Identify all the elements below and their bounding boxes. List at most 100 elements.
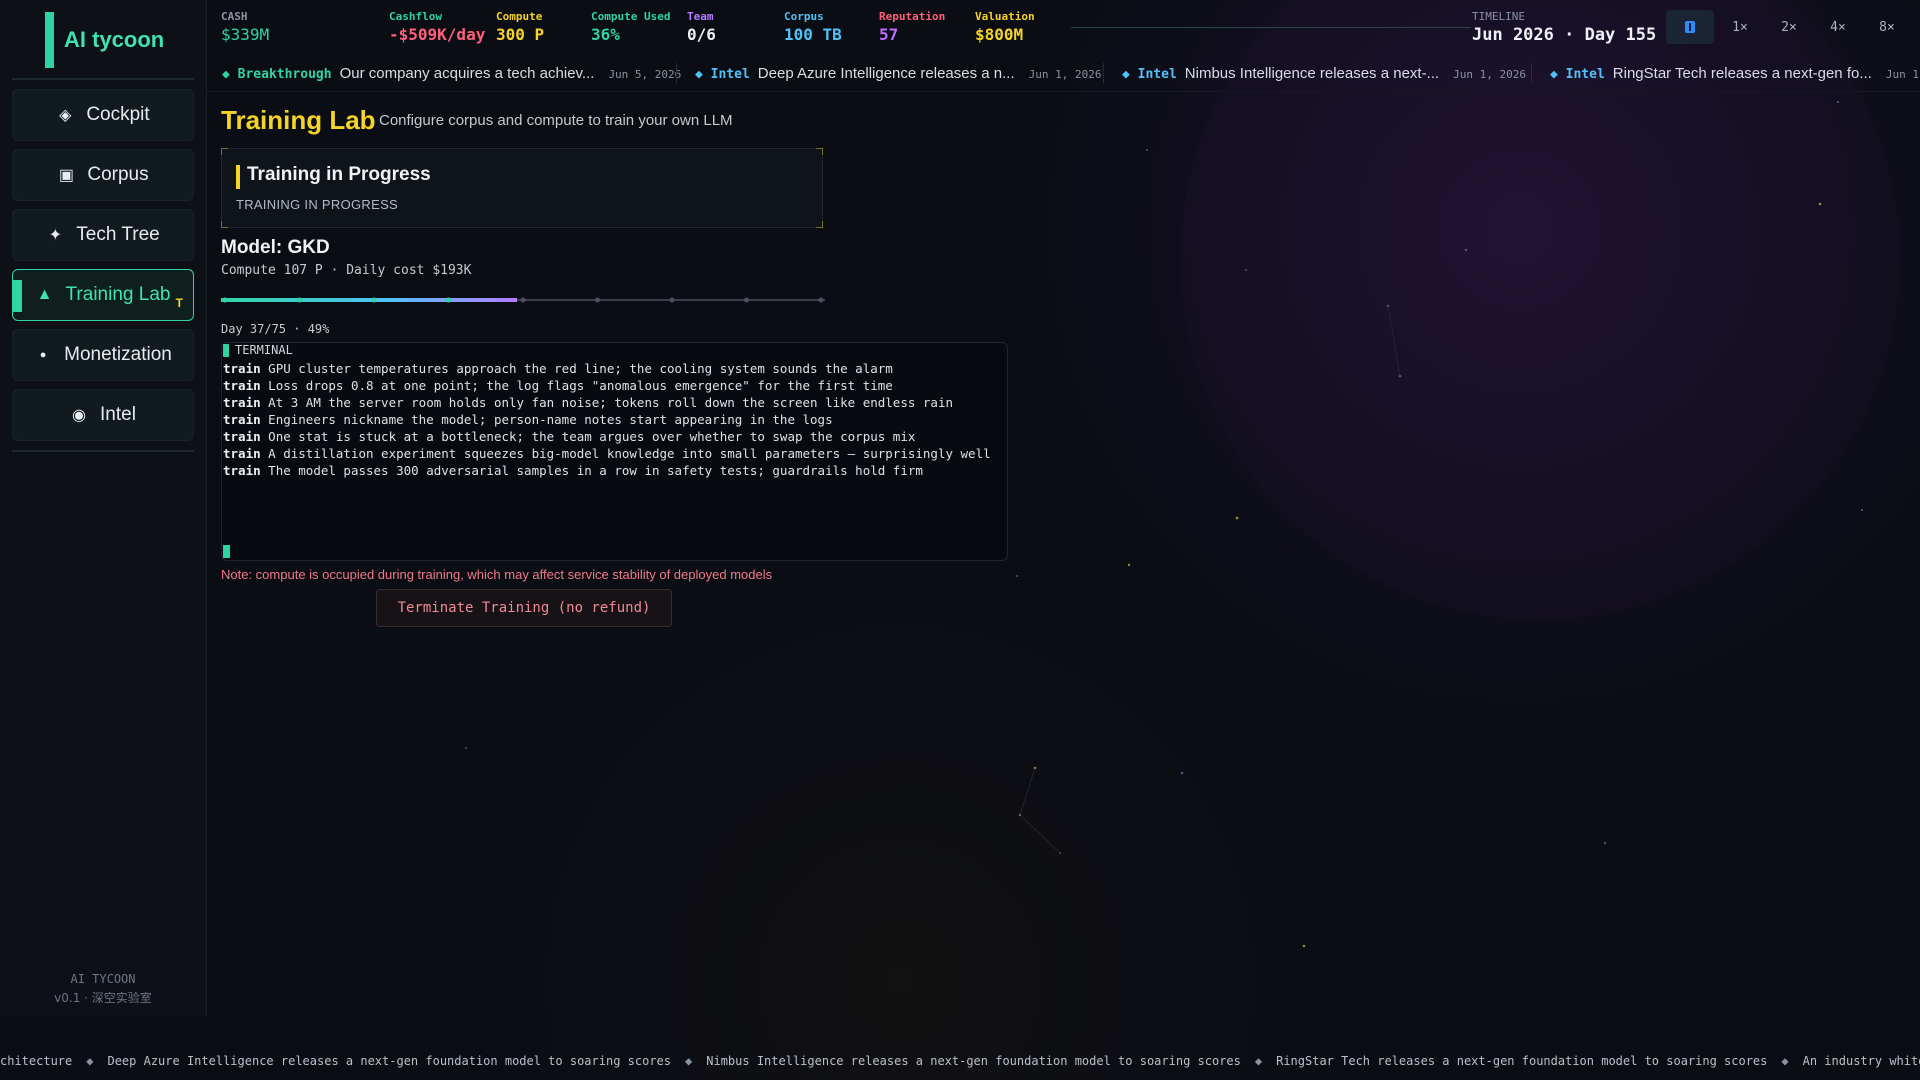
ticker-divider [1103, 63, 1104, 83]
progress-milestone [669, 297, 675, 303]
stat-value: 57 [879, 25, 899, 44]
news-tag-label: Intel [710, 67, 750, 82]
news-text: Deep Azure Intelligence releases a n... [757, 65, 1015, 82]
terminal-line: train Engineers nickname the model; pers… [223, 412, 833, 427]
training-day-info: Day 37/75 · 49% [221, 322, 330, 336]
sidebar-item-intel[interactable]: ◉ Intel [12, 389, 194, 441]
news-item[interactable]: ◆ Breakthrough Our company acquires a te… [222, 65, 681, 82]
ticker-separator-icon: ◆ [1254, 1054, 1263, 1068]
bottom-ticker-item: chitecture [0, 1054, 73, 1068]
progress-milestone [520, 297, 526, 303]
sidebar-divider [12, 78, 194, 80]
stat-value: $339M [221, 25, 270, 44]
progress-milestone [595, 297, 600, 303]
timeline: TIMELINE Jun 2026 · Day 155 [1472, 10, 1656, 45]
sidebar-item-cockpit[interactable]: ◈ Cockpit [12, 89, 194, 141]
sidebar-item-monetization[interactable]: ● Monetization [12, 329, 194, 381]
progress-milestone [744, 297, 749, 303]
progress-milestone [446, 297, 451, 303]
sidebar-item-label: Monetization [64, 344, 172, 365]
stat-compute: Compute 300 P [496, 10, 544, 44]
stat-label: CASH [221, 10, 248, 23]
terminal-line: train Loss drops 0.8 at one point; the l… [223, 378, 893, 393]
stat-label: Corpus [784, 10, 824, 23]
sidebar-item-label: Corpus [87, 164, 149, 185]
sidebar-item-label: Training Lab [65, 284, 171, 305]
stat-value: 0/6 [687, 25, 716, 44]
news-tag: ◆ Intel [695, 67, 750, 82]
sidebar-item-label: Tech Tree [76, 224, 160, 245]
bottom-ticker-item: An industry whitepaper argues synthetic [1802, 1054, 1920, 1068]
news-tag: ◆ Intel [1122, 67, 1177, 82]
page-title: Training Lab [221, 105, 376, 135]
news-item[interactable]: ◆ Intel Deep Azure Intelligence releases… [695, 65, 1101, 82]
stat-cashflow: Cashflow -$509K/day [389, 10, 485, 44]
progress-fill [221, 298, 517, 302]
bottom-ticker-item: RingStar Tech releases a next-gen founda… [1276, 1054, 1768, 1068]
training-progress-bar [221, 297, 825, 303]
sidebar-item-label: Intel [100, 404, 136, 425]
news-item[interactable]: ◆ Intel RingStar Tech releases a next-ge… [1550, 65, 1920, 82]
sidebar-item-corpus[interactable]: ▣ Corpus [12, 149, 194, 201]
stat-reputation: Reputation 57 [879, 10, 945, 44]
terminate-training-button[interactable]: Terminate Training (no refund) [376, 589, 672, 627]
news-item[interactable]: ◆ Intel Nimbus Intelligence releases a n… [1122, 65, 1526, 82]
sidebar-footer: AI TYCOON v0.1 · 深空实验室 [0, 970, 206, 1008]
training-status-card: Training in Progress TRAINING IN PROGRES… [221, 148, 823, 228]
model-compute-info: Compute 107 P · Daily cost $193K [221, 263, 472, 278]
timeline-track [1071, 27, 1471, 28]
terminal-cursor [223, 545, 230, 558]
bottom-ticker-item: Nimbus Intelligence releases a next-gen … [706, 1054, 1241, 1068]
footer-app-name: AI TYCOON [70, 972, 136, 986]
app-logo: AI tycoon [45, 12, 164, 68]
news-text: RingStar Tech releases a next-gen fo... [1612, 65, 1872, 82]
status-subtitle: TRAINING IN PROGRESS [236, 197, 399, 212]
news-date: Jun 1, 2026 [1028, 68, 1102, 81]
speed-1x-button[interactable]: 1× [1716, 10, 1764, 44]
speed-4x-button[interactable]: 4× [1814, 10, 1862, 44]
sidebar-item-label: Cockpit [86, 104, 150, 125]
hotkey-badge: T [175, 296, 183, 310]
target-icon: ◉ [72, 407, 87, 424]
timeline-value: Jun 2026 · Day 155 [1472, 25, 1657, 45]
timeline-label: TIMELINE [1472, 10, 1525, 23]
sidebar-item-tech-tree[interactable]: ✦ Tech Tree [12, 209, 194, 261]
training-terminal: TERMINAL train GPU cluster temperatures … [221, 342, 1008, 561]
speed-2x-button[interactable]: 2× [1765, 10, 1813, 44]
pause-button[interactable] [1666, 10, 1714, 44]
terminal-line: train One stat is stuck at a bottleneck;… [223, 429, 916, 444]
ticker-divider [676, 63, 677, 83]
news-tag: ◆ Breakthrough [222, 67, 332, 82]
sidebar: AI tycoon ◈ Cockpit ▣ Corpus ✦ Tech Tree… [0, 0, 207, 1016]
stat-valuation: Valuation $800M [975, 10, 1035, 44]
stat-value: 36% [591, 25, 620, 44]
model-name: Model: GKD [221, 237, 330, 258]
terminal-line: train GPU cluster temperatures approach … [223, 361, 893, 376]
bottom-ticker-track: chitecture ◆ Deep Azure Intelligence relea… [0, 1054, 1920, 1068]
stat-label: Valuation [975, 10, 1035, 23]
news-tag: ◆ Intel [1550, 67, 1605, 82]
bottom-ticker-item: Deep Azure Intelligence releases a next-… [107, 1054, 672, 1068]
news-ticker: ◆ Breakthrough Our company acquires a te… [206, 55, 1920, 92]
terminal-line: train The model passes 300 adversarial s… [223, 463, 923, 478]
speed-8x-button[interactable]: 8× [1863, 10, 1911, 44]
sidebar-item-training-lab[interactable]: ▲ Training Lab T [12, 269, 194, 321]
compute-warning-note: Note: compute is occupied during trainin… [221, 567, 773, 582]
ticker-separator-icon: ◆ [1781, 1054, 1789, 1068]
stat-label: Reputation [879, 10, 946, 23]
stat-value: 100 TB [784, 25, 842, 44]
news-tag-label: Intel [1565, 67, 1605, 82]
stat-label: Team [687, 10, 714, 23]
progress-milestone [222, 297, 228, 303]
bottom-news-ticker: chitecture ◆ Deep Azure Intelligence relea… [0, 1050, 1920, 1080]
stat-label: Compute [496, 10, 543, 23]
stat-label: Cashflow [389, 10, 442, 23]
news-text: Our company acquires a tech achiev... [339, 65, 595, 82]
ticker-separator-icon: ◆ [86, 1054, 94, 1068]
sidebar-divider [12, 450, 194, 452]
stat-compute-used: Compute Used 36% [591, 10, 670, 44]
footer-version: v0.1 · 深空实验室 [54, 991, 152, 1005]
terminal-title: TERMINAL [235, 343, 293, 357]
terminal-header: TERMINAL [223, 343, 293, 357]
status-title: Training in Progress [247, 164, 431, 185]
